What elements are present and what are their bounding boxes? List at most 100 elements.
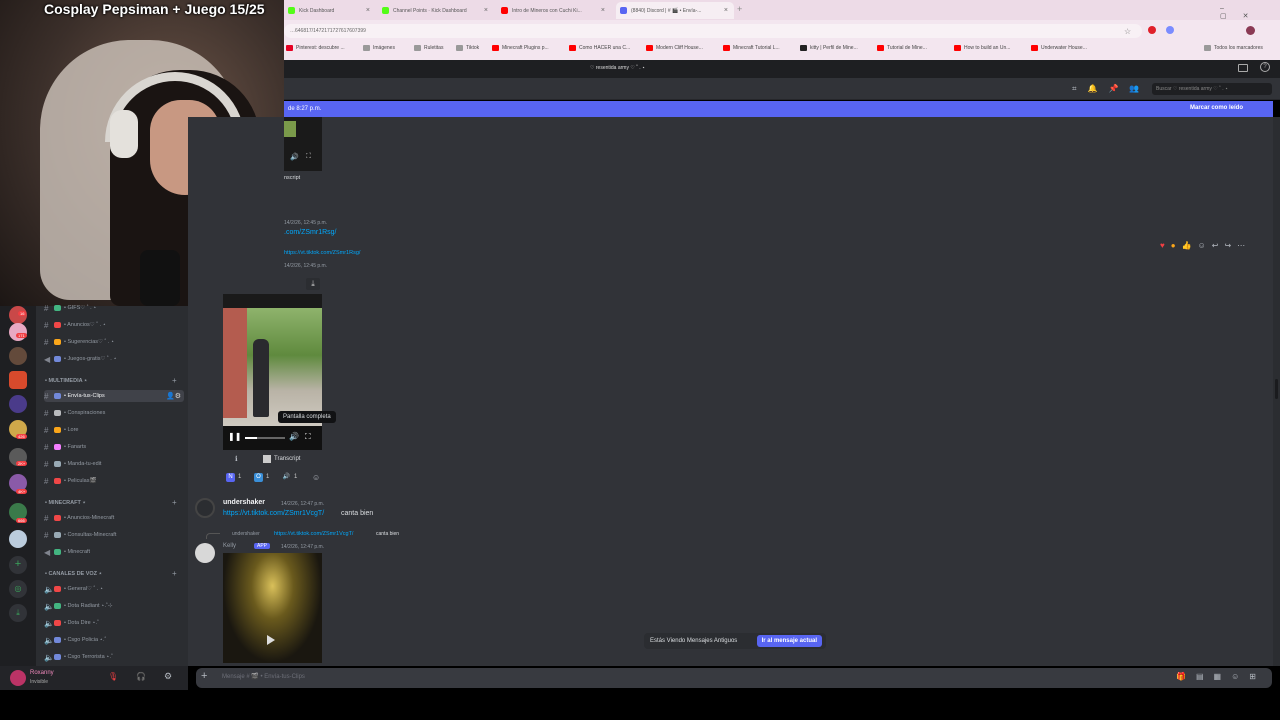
bookmarks-folder[interactable]: Todos los marcadores bbox=[1204, 45, 1263, 51]
transcript-button[interactable]: Transcript bbox=[263, 455, 300, 463]
category-minecraft[interactable]: • MINECRAFT ⋆ bbox=[45, 500, 86, 506]
channel-gifs[interactable]: # • GIFS♡ ˚ . ⋆ bbox=[44, 302, 184, 314]
address-bar[interactable]: …646817/1472171727617607399 bbox=[284, 24, 1142, 38]
close-icon[interactable]: × bbox=[362, 7, 370, 14]
video-embed[interactable]: 🔊 ⛶ bbox=[284, 117, 322, 171]
download-icon[interactable]: ⤓ bbox=[9, 604, 27, 622]
jump-to-present-button[interactable]: Ir al mensaje actual bbox=[756, 635, 822, 647]
message-hover-toolbar[interactable]: ♥ ● 👍 ☺ ↩ ↪ ⋯ bbox=[1160, 238, 1266, 252]
create-channel-button[interactable]: + bbox=[172, 498, 177, 507]
progress-bar[interactable] bbox=[245, 437, 285, 439]
star-icon[interactable]: ☆ bbox=[1124, 27, 1131, 36]
search-input[interactable]: Buscar ♡ resentida army ♡ ˚ . ⋆ bbox=[1152, 83, 1272, 95]
bookmark[interactable]: How to build an Un... bbox=[954, 45, 1010, 51]
transcript-button[interactable]: nscript bbox=[284, 175, 300, 181]
reply-link[interactable]: https://vt.tiktok.com/ZSmr1VcgT/ bbox=[274, 531, 353, 537]
download-icon[interactable]: ⤓ bbox=[306, 278, 320, 290]
new-tab-button[interactable]: + bbox=[737, 4, 742, 14]
extension-icon[interactable] bbox=[1166, 26, 1174, 34]
inbox-icon[interactable] bbox=[1238, 64, 1248, 72]
avatar[interactable] bbox=[10, 670, 26, 686]
info-icon[interactable]: ℹ bbox=[235, 455, 238, 463]
reaction-chip[interactable]: O1 bbox=[254, 471, 269, 483]
channel-manda-tu-edit[interactable]: # • Manda-tu-edit bbox=[44, 458, 184, 470]
mic-muted-icon[interactable]: 🎙 bbox=[108, 672, 118, 681]
channel-conspiraciones[interactable]: # • Conspiraciones bbox=[44, 407, 184, 419]
avatar[interactable] bbox=[195, 543, 215, 563]
help-icon[interactable]: ? bbox=[1260, 62, 1270, 72]
mark-read-button[interactable]: Marcar como leído bbox=[1190, 105, 1243, 111]
volume-icon[interactable]: 🔊 bbox=[290, 153, 299, 161]
reply-preview-link[interactable]: https://vt.tiktok.com/ZSmr1Rsg/ bbox=[284, 250, 360, 256]
fullscreen-icon[interactable]: ⛶ bbox=[305, 432, 311, 442]
add-reaction-button[interactable]: ☺ bbox=[312, 471, 320, 483]
bookmark[interactable]: Ruletitas bbox=[414, 45, 443, 51]
server-icon[interactable] bbox=[9, 530, 27, 548]
reaction-chip[interactable]: N1 bbox=[226, 471, 241, 483]
browser-tab[interactable]: Kick Dashboard × bbox=[284, 2, 376, 19]
message-author[interactable]: undershaker bbox=[223, 499, 265, 506]
reply-author[interactable]: undershaker bbox=[232, 531, 260, 537]
message-author[interactable]: Kelly bbox=[223, 543, 236, 549]
bookmark[interactable]: Tiktok bbox=[456, 45, 479, 51]
video-player[interactable]: ❚❚ 🔊 ⛶ bbox=[223, 294, 322, 450]
volume-icon[interactable]: 🔊 bbox=[289, 432, 299, 441]
close-icon[interactable]: × bbox=[480, 7, 488, 14]
emoji-reaction-icon[interactable]: ● bbox=[1171, 241, 1176, 250]
opera-icon[interactable] bbox=[1148, 26, 1156, 34]
fullscreen-icon[interactable]: ⛶ bbox=[306, 153, 311, 161]
thumb-reaction-icon[interactable]: 👍 bbox=[1182, 241, 1192, 250]
new-messages-banner[interactable]: de 8:27 p.m. Marcar como leído bbox=[284, 101, 1273, 117]
explore-icon[interactable]: ◎ bbox=[9, 580, 27, 598]
voice-channel-csgo-terrorista[interactable]: 🔈 • Csgo Terrorista ⋆.˚ bbox=[44, 651, 184, 663]
add-server-icon[interactable]: + bbox=[9, 556, 27, 574]
browser-tab-active[interactable]: (8840) Discord | # 🎬 • Envía-... × bbox=[616, 2, 734, 19]
voice-channel-dota-dire[interactable]: 🔈 • Dota Dire ⋆.˚ bbox=[44, 617, 184, 629]
server-icon[interactable] bbox=[9, 371, 27, 389]
composer-tool-icons[interactable]: 🎁▤▦☺⊞ bbox=[1176, 672, 1266, 681]
channel-peliculas[interactable]: # • Peliculas🎬 bbox=[44, 475, 184, 487]
voice-channel-general[interactable]: 🔈 • General♡ ˚ . ⋆ bbox=[44, 583, 184, 595]
message-link[interactable]: https://vt.tiktok.com/ZSmr1VcgT/ bbox=[223, 510, 324, 517]
header-toolbar-icons[interactable]: ⌗🔔📌👥 bbox=[1072, 84, 1150, 94]
create-channel-button[interactable]: + bbox=[172, 376, 177, 385]
voice-channel-dota-radiant[interactable]: 🔈 • Dota Radiant ⋆.˚⊹ bbox=[44, 600, 184, 612]
browser-tab[interactable]: Intro de Mineros con Cuchi Ki... × bbox=[497, 2, 611, 19]
bookmark[interactable]: kitty | Perfil de Mine... bbox=[800, 45, 858, 51]
channel-minecraft[interactable]: ◀ • Minecraft bbox=[44, 546, 184, 558]
headphones-icon[interactable]: 🎧 bbox=[136, 672, 146, 681]
forward-icon[interactable]: ↪ bbox=[1224, 241, 1231, 250]
settings-gear-icon[interactable]: ⚙ bbox=[164, 671, 172, 682]
voice-channel-csgo-policia[interactable]: 🔈 • Csgo Policia ⋆.˚ bbox=[44, 634, 184, 646]
channel-envia-tus-clips[interactable]: # • Envía-tus-Clips 👤⚙ bbox=[44, 390, 184, 402]
create-channel-button[interactable]: + bbox=[172, 569, 177, 578]
category-voice[interactable]: • CANALES DE VOZ ⋆ bbox=[45, 571, 102, 577]
heart-reaction-icon[interactable]: ♥ bbox=[1160, 241, 1165, 250]
message-composer[interactable] bbox=[196, 668, 1272, 688]
server-icon[interactable] bbox=[9, 323, 27, 341]
channel-consultas-minecraft[interactable]: # • Consultas-Minecraft bbox=[44, 529, 184, 541]
reaction-chip[interactable]: 🔊 1 bbox=[282, 471, 298, 483]
bookmark[interactable]: Imágenes bbox=[363, 45, 395, 51]
channel-anuncios[interactable]: # • Anuncios♡ ˚ . ⋆ bbox=[44, 319, 184, 331]
video-embed[interactable] bbox=[223, 553, 322, 663]
category-multimedia[interactable]: • MULTIMEDIA ⋆ bbox=[45, 378, 87, 384]
channel-settings-icon[interactable]: 👤⚙ bbox=[166, 392, 184, 400]
bookmark[interactable]: Modern Cliff House... bbox=[646, 45, 703, 51]
scrollbar[interactable] bbox=[1273, 117, 1280, 666]
window-controls[interactable]: –▢✕ bbox=[1220, 5, 1280, 20]
avatar[interactable] bbox=[195, 498, 215, 518]
play-icon[interactable] bbox=[267, 635, 275, 645]
reply-icon[interactable]: ↩ bbox=[1212, 241, 1219, 250]
attach-plus-icon[interactable]: + bbox=[201, 670, 207, 682]
pause-icon[interactable]: ❚❚ bbox=[228, 432, 241, 441]
message-input[interactable]: Mensaje # 🎬 • Envía-tus-Clips bbox=[222, 673, 305, 680]
more-icon[interactable]: ⋯ bbox=[1237, 241, 1245, 250]
bookmark[interactable]: Underwater House... bbox=[1031, 45, 1087, 51]
bookmark[interactable]: Minecraft Plugins p... bbox=[492, 45, 549, 51]
server-icon[interactable] bbox=[9, 347, 27, 365]
channel-anuncios-minecraft[interactable]: # • Anuncios-Minecraft bbox=[44, 512, 184, 524]
channel-fanarts[interactable]: # • Fanarts bbox=[44, 441, 184, 453]
message-link[interactable]: .com/ZSmr1Rsg/ bbox=[284, 229, 337, 236]
bookmark[interactable]: Como HACER una C... bbox=[569, 45, 630, 51]
